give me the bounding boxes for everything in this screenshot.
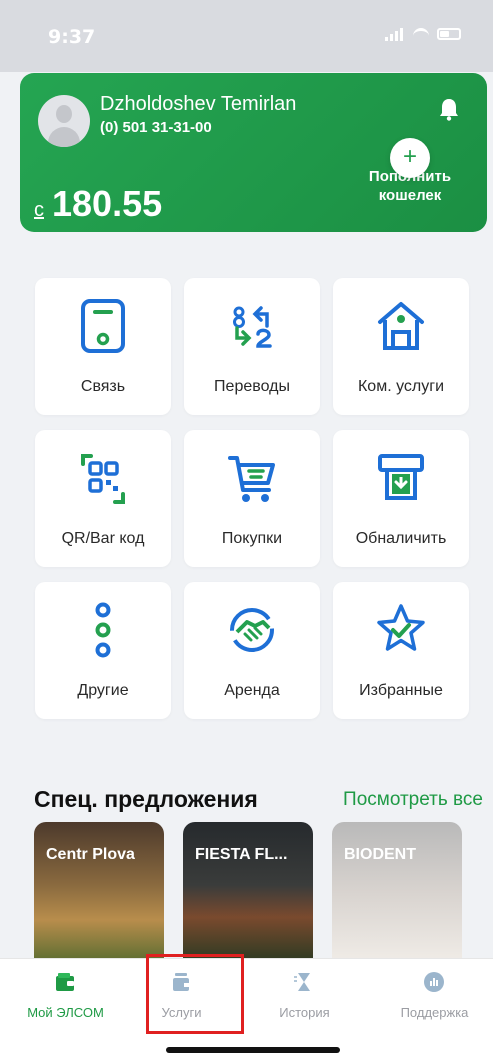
service-label: Аренда bbox=[224, 682, 280, 699]
support-icon bbox=[424, 972, 444, 992]
offer-name: BIODENT bbox=[344, 846, 416, 863]
offer-card[interactable]: FIESTA FL... bbox=[183, 822, 313, 962]
topup-plus-button[interactable]: + bbox=[390, 138, 430, 178]
offers-title: Спец. предложения bbox=[34, 786, 258, 812]
cart-icon bbox=[228, 456, 275, 502]
hourglass-icon bbox=[294, 973, 310, 991]
user-phone: (0) 501 31-31-00 bbox=[100, 119, 212, 136]
service-label: QR/Bar код bbox=[61, 530, 145, 547]
more-dots-icon bbox=[95, 602, 111, 658]
offer-card[interactable]: Centr Plova bbox=[34, 822, 164, 962]
signal-icon bbox=[385, 27, 405, 41]
service-tile-cashout[interactable]: Обналичить bbox=[333, 430, 469, 567]
see-all-link[interactable]: Посмотреть все bbox=[343, 789, 483, 811]
tab-label: Поддержка bbox=[400, 1005, 469, 1020]
transfer-icon bbox=[233, 306, 272, 348]
balance: с 180.55 bbox=[34, 183, 162, 225]
service-tile-rent[interactable]: Аренда bbox=[184, 582, 320, 719]
phone-icon bbox=[81, 299, 125, 353]
avatar[interactable] bbox=[38, 95, 90, 147]
bottom-tab-bar: Мой ЭЛСОМ Услуги История Поддержка bbox=[0, 958, 493, 1055]
service-tile-favorites[interactable]: Избранные bbox=[333, 582, 469, 719]
tab-history[interactable]: История bbox=[243, 959, 366, 1039]
tab-label: Мой ЭЛСОМ bbox=[27, 1005, 104, 1020]
service-tile-qr[interactable]: QR/Bar код bbox=[35, 430, 171, 567]
handshake-icon bbox=[230, 608, 274, 652]
battery-icon bbox=[437, 28, 461, 40]
bell-icon[interactable] bbox=[438, 97, 460, 121]
service-label: Избранные bbox=[359, 682, 443, 699]
tab-label: История bbox=[279, 1005, 330, 1020]
service-label: Обналичить bbox=[355, 530, 447, 547]
highlight-box bbox=[146, 954, 244, 1034]
service-label: Покупки bbox=[221, 530, 283, 547]
tab-my-elsom[interactable]: Мой ЭЛСОМ bbox=[4, 959, 127, 1039]
service-tile-other[interactable]: Другие bbox=[35, 582, 171, 719]
service-label: Ком. услуги bbox=[357, 378, 445, 395]
service-tile-svyaz[interactable]: Связь bbox=[35, 278, 171, 415]
currency-symbol: с bbox=[34, 199, 44, 221]
offer-name: FIESTA FL... bbox=[195, 846, 288, 863]
tab-support[interactable]: Поддержка bbox=[373, 959, 493, 1039]
offer-card[interactable]: BIODENT bbox=[332, 822, 462, 962]
status-bar: 9:37 bbox=[0, 0, 493, 72]
balance-amount: 180.55 bbox=[52, 183, 163, 224]
user-name: Dzholdoshev Temirlan bbox=[100, 93, 297, 115]
status-time: 9:37 bbox=[48, 26, 96, 48]
service-tile-utilities[interactable]: Ком. услуги bbox=[333, 278, 469, 415]
service-label: Переводы bbox=[214, 378, 290, 395]
offer-name: Centr Plova bbox=[46, 846, 135, 863]
service-tile-shopping[interactable]: Покупки bbox=[184, 430, 320, 567]
house-icon bbox=[378, 302, 424, 350]
status-icons bbox=[385, 27, 461, 41]
wallet-icon bbox=[56, 973, 74, 991]
service-tile-transfers[interactable]: Переводы bbox=[184, 278, 320, 415]
cash-out-icon bbox=[378, 454, 424, 500]
service-label: Другие bbox=[77, 682, 129, 699]
qr-icon bbox=[81, 454, 125, 504]
services-grid: Связь Переводы Ком. услуги QR/Bar код По… bbox=[35, 278, 471, 719]
service-label: Связь bbox=[80, 378, 126, 395]
star-icon bbox=[377, 604, 425, 651]
home-indicator bbox=[166, 1047, 340, 1053]
wifi-icon bbox=[413, 28, 429, 40]
